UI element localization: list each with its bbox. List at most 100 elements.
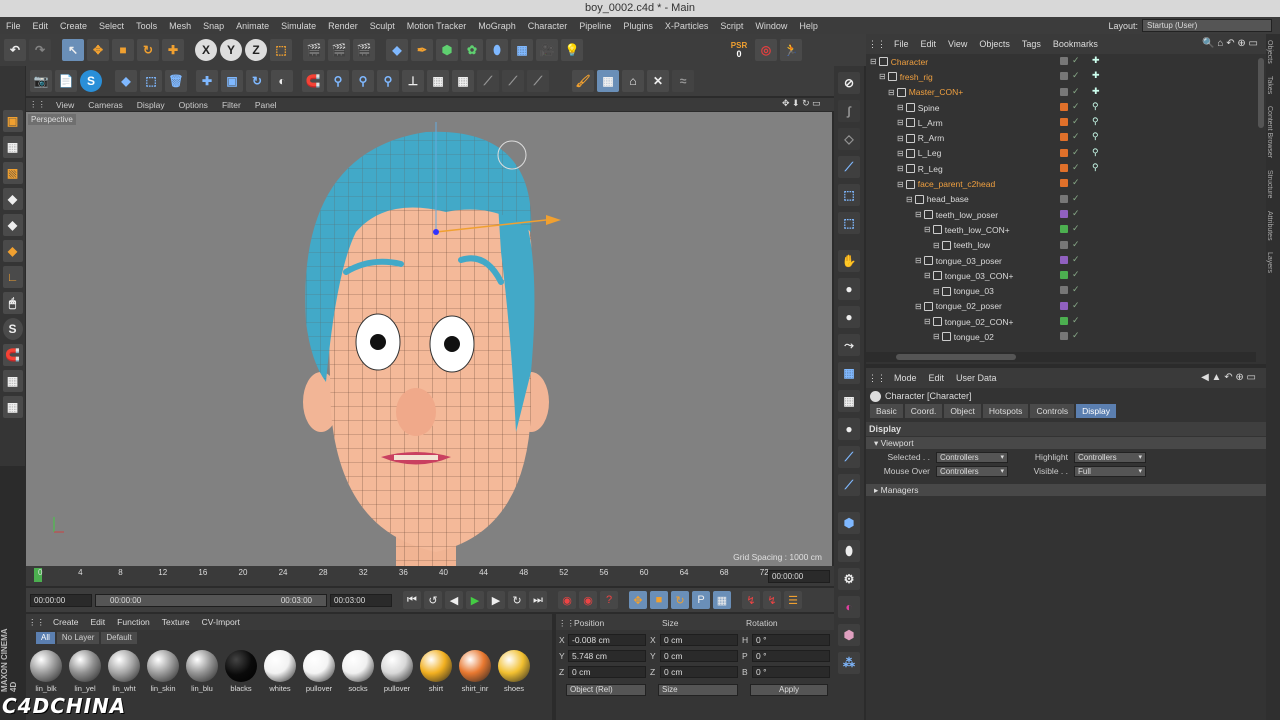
pen-icon[interactable]: ✒: [411, 39, 433, 61]
interpolation-2-icon[interactable]: ↯: [763, 591, 781, 609]
weight-paint-icon[interactable]: ⟋: [527, 70, 549, 92]
expand-icon[interactable]: ⊟: [897, 134, 904, 143]
interpolation-icon[interactable]: ↯: [742, 591, 760, 609]
character-pose-icon[interactable]: 🏃: [780, 39, 802, 61]
edges-mode-icon[interactable]: ⬚: [140, 70, 162, 92]
previous-key-icon[interactable]: ↺: [424, 591, 442, 609]
scale-icon[interactable]: ■: [112, 39, 134, 61]
next-key-icon[interactable]: ↻: [508, 591, 526, 609]
viewport-nav-icons[interactable]: ✥ ⬇ ↻ ▭: [782, 98, 821, 109]
material-item[interactable]: shirt: [418, 650, 454, 693]
magnet-left-icon[interactable]: 🧲: [2, 344, 23, 366]
object-row[interactable]: ⊟ face_parent_c2head ✓: [866, 176, 1266, 191]
paint-bucket-icon[interactable]: ⬢: [838, 512, 860, 534]
object-row[interactable]: ⊟ L_Arm ✓ ⚲: [866, 115, 1266, 130]
expand-icon[interactable]: ⊟: [933, 332, 940, 341]
material-item[interactable]: shirt_inr: [457, 650, 493, 693]
tag-icon[interactable]: ✚: [1092, 55, 1100, 66]
model-mode-icon[interactable]: ▣: [2, 110, 23, 132]
menu-script[interactable]: Script: [714, 21, 749, 31]
layer-swatch[interactable]: [1060, 57, 1068, 65]
x-axis-button[interactable]: X: [195, 39, 217, 61]
next-frame-icon[interactable]: ▶: [487, 591, 505, 609]
bone-icon[interactable]: ⊥: [402, 70, 424, 92]
menu-render[interactable]: Render: [322, 21, 364, 31]
visibility-check-icon[interactable]: ✓: [1072, 86, 1080, 97]
sculpt-pull-icon[interactable]: ●: [838, 306, 860, 328]
current-frame-field[interactable]: 00:00:00: [768, 570, 830, 583]
tab-basic[interactable]: Basic: [870, 404, 903, 418]
object-row[interactable]: ⊟ teeth_low ✓: [866, 238, 1266, 253]
points-icon[interactable]: ◆: [2, 188, 23, 210]
tag-icon[interactable]: ✚: [1092, 86, 1100, 97]
key-parameter-icon[interactable]: P: [692, 591, 710, 609]
snap-s-icon[interactable]: S: [80, 70, 102, 92]
weight-icon[interactable]: ⚲: [327, 70, 349, 92]
expand-icon[interactable]: ⊟: [897, 164, 904, 173]
position-field[interactable]: 0 cm: [568, 666, 646, 678]
object-tree-vscroll[interactable]: [1258, 58, 1264, 128]
molecule-icon[interactable]: ⁂: [838, 652, 860, 674]
expand-icon[interactable]: ⊟: [870, 57, 877, 66]
visibility-check-icon[interactable]: ✓: [1072, 315, 1080, 326]
menu-x-particles[interactable]: X-Particles: [659, 21, 715, 31]
knife-icon[interactable]: ⟋: [838, 156, 860, 178]
capsule-icon[interactable]: ⬮: [838, 540, 860, 562]
visibility-check-icon[interactable]: ✓: [1072, 269, 1080, 280]
wave-icon[interactable]: ≈: [672, 70, 694, 92]
object-row[interactable]: ⊟ tongue_03 ✓: [866, 283, 1266, 298]
texture-mode-icon[interactable]: ▧: [2, 162, 23, 184]
trash-icon[interactable]: 🗑: [165, 70, 187, 92]
timeline-ruler[interactable]: 0 4 8 12 16 20 24 28 32 36 40 44 48 52 56 60 64 68 72 00:0…: [26, 566, 834, 586]
key-position-icon[interactable]: ✥: [629, 591, 647, 609]
sculpt-grab-icon[interactable]: ✋: [838, 250, 860, 272]
viewport-menu-cameras[interactable]: Cameras: [81, 100, 129, 110]
mesh-fill-icon[interactable]: ▦: [838, 390, 860, 412]
bind-icon[interactable]: ⟋: [477, 70, 499, 92]
layer-swatch[interactable]: [1060, 102, 1068, 111]
layer-swatch[interactable]: [1060, 286, 1068, 295]
menu-file[interactable]: File: [0, 21, 27, 31]
menu-snap[interactable]: Snap: [197, 21, 230, 31]
expand-icon[interactable]: ⊟: [915, 302, 922, 311]
object-row[interactable]: ⊟ teeth_low_CON+ ✓: [866, 222, 1266, 237]
size-field[interactable]: 0 cm: [660, 634, 738, 646]
visibility-check-icon[interactable]: ✓: [1072, 116, 1080, 127]
character-head-model[interactable]: [26, 112, 832, 566]
visibility-check-icon[interactable]: ✓: [1072, 284, 1080, 295]
object-menu-view[interactable]: View: [942, 39, 973, 49]
visibility-check-icon[interactable]: ✓: [1072, 101, 1080, 112]
visibility-check-icon[interactable]: ✓: [1072, 300, 1080, 311]
expand-icon[interactable]: ⊟: [933, 241, 940, 250]
half-circle-icon[interactable]: ◐: [838, 596, 860, 618]
cloner-icon[interactable]: ✿: [461, 39, 483, 61]
mouseover-dropdown[interactable]: Controllers: [936, 465, 1008, 477]
material-filter-all[interactable]: All: [36, 632, 55, 644]
axis-icon[interactable]: ∟: [2, 266, 23, 288]
tag-icon[interactable]: ⚲: [1092, 162, 1099, 173]
material-filter-default[interactable]: Default: [101, 632, 137, 644]
rotate-icon[interactable]: ↻: [137, 39, 159, 61]
visibility-check-icon[interactable]: ✓: [1072, 208, 1080, 219]
viewport-menu-options[interactable]: Options: [172, 100, 215, 110]
psr-indicator[interactable]: PSR 0: [726, 39, 752, 61]
menu-select[interactable]: Select: [93, 21, 130, 31]
target-icon[interactable]: ◎: [755, 39, 777, 61]
visibility-check-icon[interactable]: ✓: [1072, 162, 1080, 173]
material-item[interactable]: socks: [340, 650, 376, 693]
loop-icon[interactable]: ↻: [246, 70, 268, 92]
material-menu-edit[interactable]: Edit: [85, 617, 112, 627]
extrude-icon[interactable]: ⬚: [838, 184, 860, 206]
size-field[interactable]: 0 cm: [660, 666, 738, 678]
layer-swatch[interactable]: [1060, 133, 1068, 142]
expand-icon[interactable]: ⊟: [924, 225, 931, 234]
coordinate-system-icon[interactable]: ⬚: [270, 39, 292, 61]
menu-create[interactable]: Create: [54, 21, 93, 31]
visibility-check-icon[interactable]: ✓: [1072, 147, 1080, 158]
layer-swatch[interactable]: [1060, 225, 1068, 234]
tag-icon[interactable]: ⚲: [1092, 116, 1099, 127]
visibility-check-icon[interactable]: ✓: [1072, 177, 1080, 188]
material-item[interactable]: pullover: [301, 650, 337, 693]
range-slider[interactable]: 00:00:00 00:03:00: [95, 593, 327, 607]
object-row[interactable]: ⊟ tongue_03_poser ✓: [866, 253, 1266, 268]
